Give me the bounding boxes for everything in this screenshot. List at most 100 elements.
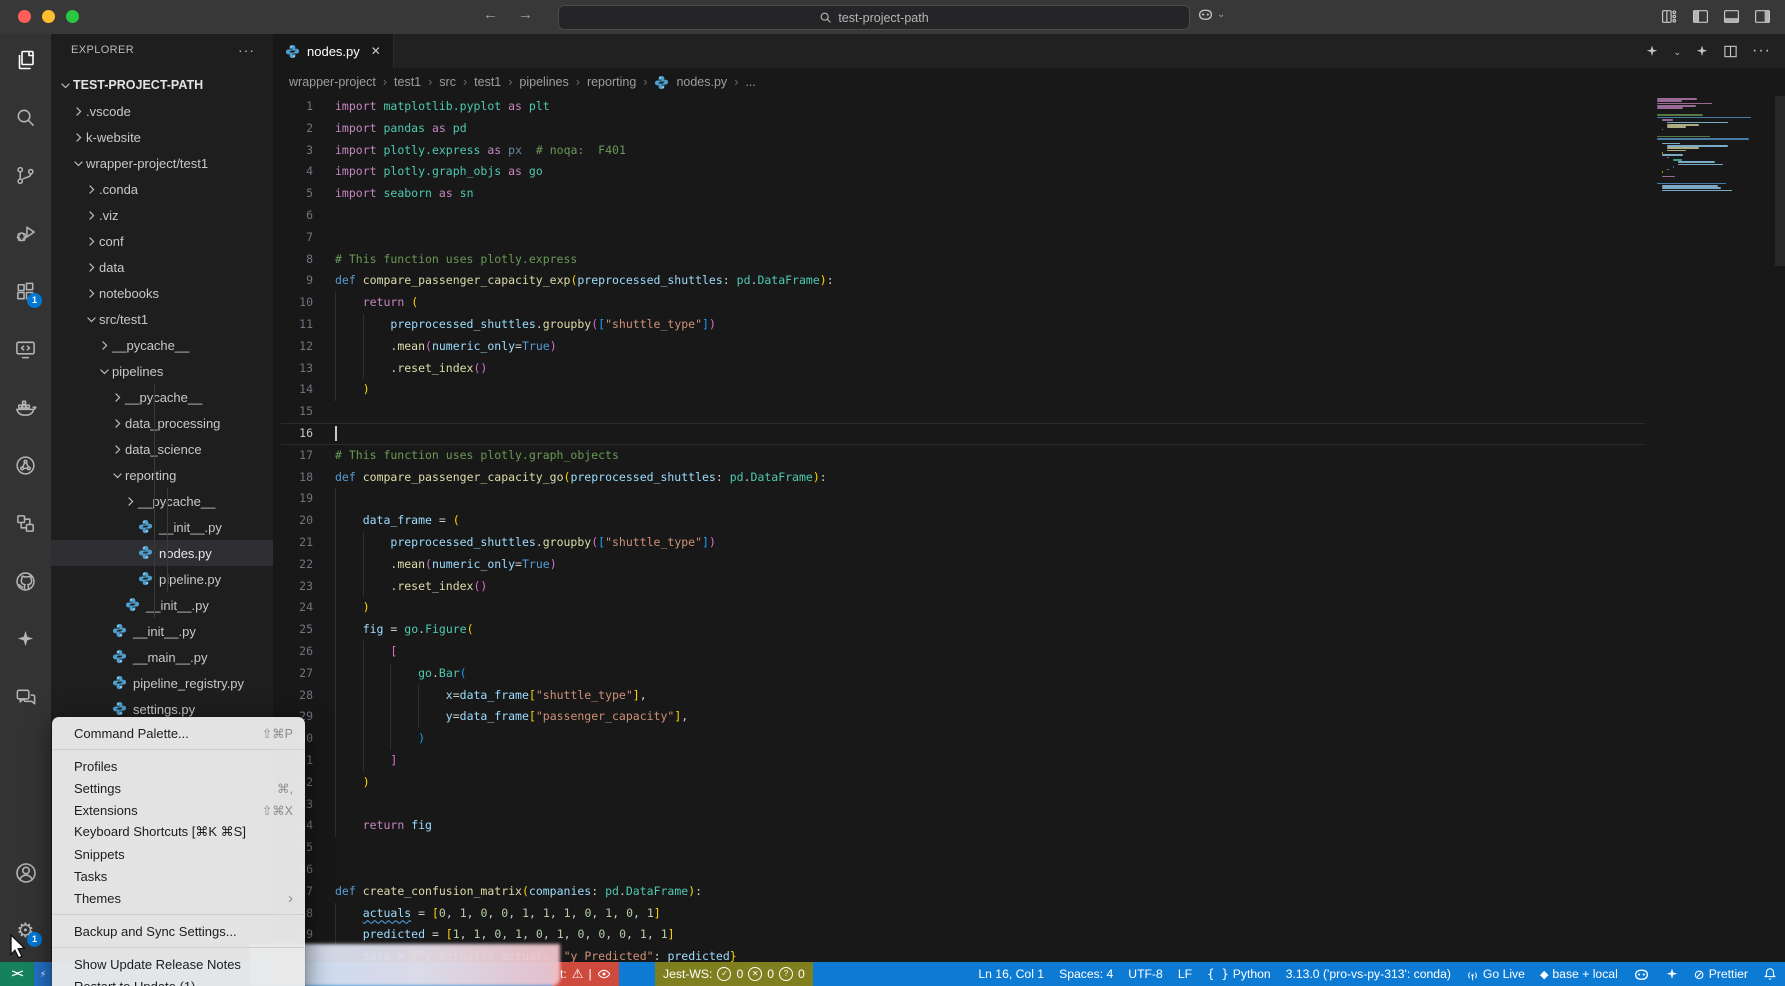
tree-item-pipelines[interactable]: pipelines — [51, 358, 273, 384]
status-notifications[interactable] — [1763, 967, 1777, 981]
menu-item-keyboard-shortcuts-k-s-[interactable]: Keyboard Shortcuts [⌘K ⌘S] — [52, 821, 305, 843]
toggle-panel-bottom-icon[interactable] — [1723, 8, 1740, 25]
tree-item-__pycache__[interactable]: __pycache__ — [51, 488, 273, 514]
menu-item-snippets[interactable]: Snippets — [52, 843, 305, 865]
close-window-button[interactable] — [18, 10, 31, 23]
status-encoding[interactable]: UTF-8 — [1128, 967, 1163, 981]
tree-item-__main__.py[interactable]: __main__.py — [51, 644, 273, 670]
tree-item-nodes.py[interactable]: nodes.py — [51, 540, 273, 566]
breadcrumb-item[interactable]: wrapper-project — [289, 75, 376, 89]
breadcrumb-item[interactable]: ... — [745, 75, 755, 89]
activity-explorer-icon[interactable] — [13, 47, 38, 72]
activity-copilot-sparkle-icon[interactable] — [13, 627, 38, 652]
minimap-line — [1667, 122, 1728, 124]
more-actions-icon[interactable]: ··· — [1752, 42, 1771, 60]
copilot-menu[interactable]: ⌄ — [1197, 6, 1225, 23]
status-go-live[interactable]: Go Live — [1466, 967, 1525, 981]
slash-circle-icon: ⊘ — [1694, 968, 1705, 981]
zoom-window-button[interactable] — [66, 10, 79, 23]
tree-item-.conda[interactable]: .conda — [51, 176, 273, 202]
tree-item-data_processing[interactable]: data_processing — [51, 410, 273, 436]
python-file-icon — [138, 545, 154, 561]
breadcrumb-item[interactable]: src — [439, 75, 456, 89]
tree-item-TEST-PROJECT-PATH[interactable]: TEST-PROJECT-PATH — [51, 72, 273, 98]
tree-item-.viz[interactable]: .viz — [51, 202, 273, 228]
editor-scrollbar[interactable] — [1775, 96, 1785, 266]
tree-item-src/test1[interactable]: src/test1 — [51, 306, 273, 332]
menu-item-profiles[interactable]: Profiles — [52, 755, 305, 777]
status-line-col[interactable]: Ln 16, Col 1 — [978, 967, 1044, 981]
menu-item-restart-to-update-1-[interactable]: Restart to Update (1) — [52, 975, 305, 986]
command-center-search[interactable]: test-project-path — [558, 5, 1190, 30]
breadcrumb-item[interactable]: test1 — [394, 75, 421, 89]
activity-extensions-icon[interactable]: 1 — [13, 279, 38, 304]
back-icon[interactable]: ← — [483, 6, 498, 23]
toggle-panel-left-icon[interactable] — [1692, 8, 1709, 25]
status-eol[interactable]: LF — [1178, 967, 1192, 981]
activity-docker-icon[interactable] — [13, 395, 38, 420]
tree-item-conf[interactable]: conf — [51, 228, 273, 254]
status-conda-env[interactable]: ◆base + local — [1540, 967, 1618, 981]
menu-item-settings[interactable]: Settings⌘, — [52, 777, 305, 799]
tree-item-data_science[interactable]: data_science — [51, 436, 273, 462]
status-interpreter[interactable]: 3.13.0 ('pro-vs-py-313': conda) — [1286, 967, 1451, 981]
menu-item-show-update-release-notes[interactable]: Show Update Release Notes — [52, 953, 305, 975]
jest-status-item[interactable]: Jest-WS:✓0✕0?0 — [655, 962, 813, 986]
problems-status-item[interactable]: t:⚠| — [552, 962, 619, 986]
dropdown-icon[interactable]: ⌄ — [1673, 42, 1681, 60]
menu-item-tasks[interactable]: Tasks — [52, 865, 305, 887]
split-editor-icon[interactable] — [1723, 44, 1738, 59]
explorer-more-actions-icon[interactable]: ··· — [238, 42, 255, 58]
close-tab-icon[interactable]: ✕ — [371, 44, 381, 58]
tree-item-__pycache__[interactable]: __pycache__ — [51, 332, 273, 358]
run-python-file-icon[interactable] — [1645, 44, 1659, 58]
remote-icon: >< — [12, 968, 23, 980]
tree-item-data[interactable]: data — [51, 254, 273, 280]
editor-group: nodes.py ✕ ⌄··· wrapper-project›test1›sr… — [273, 34, 1785, 962]
tree-item-notebooks[interactable]: notebooks — [51, 280, 273, 306]
activity-github-icon[interactable] — [13, 569, 38, 594]
minimize-window-button[interactable] — [42, 10, 55, 23]
activity-remote-explorer-icon[interactable] — [13, 337, 38, 362]
toggle-panel-right-icon[interactable] — [1754, 8, 1771, 25]
forward-icon[interactable]: → — [518, 6, 533, 23]
activity-search-icon[interactable] — [13, 105, 38, 130]
menu-item-extensions[interactable]: Extensions⇧⌘X — [52, 799, 305, 821]
breadcrumb-item[interactable]: nodes.py — [676, 75, 727, 89]
tree-item-__init__.py[interactable]: __init__.py — [51, 618, 273, 644]
status-copilot[interactable] — [1633, 966, 1650, 983]
activity-run-debug-icon[interactable] — [13, 221, 38, 246]
tree-item-label: __main__.py — [133, 650, 207, 665]
menu-item-command-palette-[interactable]: Command Palette...⇧⌘P — [52, 722, 305, 744]
tree-item-.vscode[interactable]: .vscode — [51, 98, 273, 124]
tree-item-wrapper-project/test1[interactable]: wrapper-project/test1 — [51, 150, 273, 176]
tree-item-pipeline.py[interactable]: pipeline.py — [51, 566, 273, 592]
status-prettier[interactable]: ⊘Prettier — [1694, 967, 1748, 981]
code-editor[interactable]: 1import matplotlib.pyplot as plt2import … — [273, 96, 1785, 962]
activity-project-graph-icon[interactable] — [13, 511, 38, 536]
tree-item-k-website[interactable]: k-website — [51, 124, 273, 150]
tree-item-pipeline_registry.py[interactable]: pipeline_registry.py — [51, 670, 273, 696]
breadcrumb-item[interactable]: pipelines — [519, 75, 568, 89]
activity-account-icon[interactable] — [13, 860, 38, 885]
breadcrumb-item[interactable]: reporting — [587, 75, 636, 89]
sparkle-icon[interactable] — [1695, 44, 1709, 58]
status-language[interactable]: { }Python — [1207, 967, 1271, 981]
status-sparkle[interactable] — [1665, 967, 1679, 981]
status-extension-item[interactable]: ⚡ — [34, 962, 52, 986]
customize-layout-icon[interactable] — [1661, 8, 1678, 25]
activity-kedro-icon[interactable] — [13, 453, 38, 478]
activity-chat-icon[interactable] — [13, 685, 38, 710]
breadcrumb-item[interactable]: test1 — [474, 75, 501, 89]
tree-item-reporting[interactable]: reporting — [51, 462, 273, 488]
activity-source-control-icon[interactable] — [13, 163, 38, 188]
tree-item-__pycache__[interactable]: __pycache__ — [51, 384, 273, 410]
line-number: 23 — [273, 576, 313, 598]
menu-item-themes[interactable]: Themes› — [52, 887, 305, 909]
remote-indicator[interactable]: >< — [0, 962, 34, 986]
tree-item-__init__.py[interactable]: __init__.py — [51, 592, 273, 618]
menu-item-backup-and-sync-settings-[interactable]: Backup and Sync Settings... — [52, 920, 305, 942]
tree-item-__init__.py[interactable]: __init__.py — [51, 514, 273, 540]
status-indentation[interactable]: Spaces: 4 — [1059, 967, 1113, 981]
tab-nodes-py[interactable]: nodes.py ✕ — [273, 34, 394, 68]
